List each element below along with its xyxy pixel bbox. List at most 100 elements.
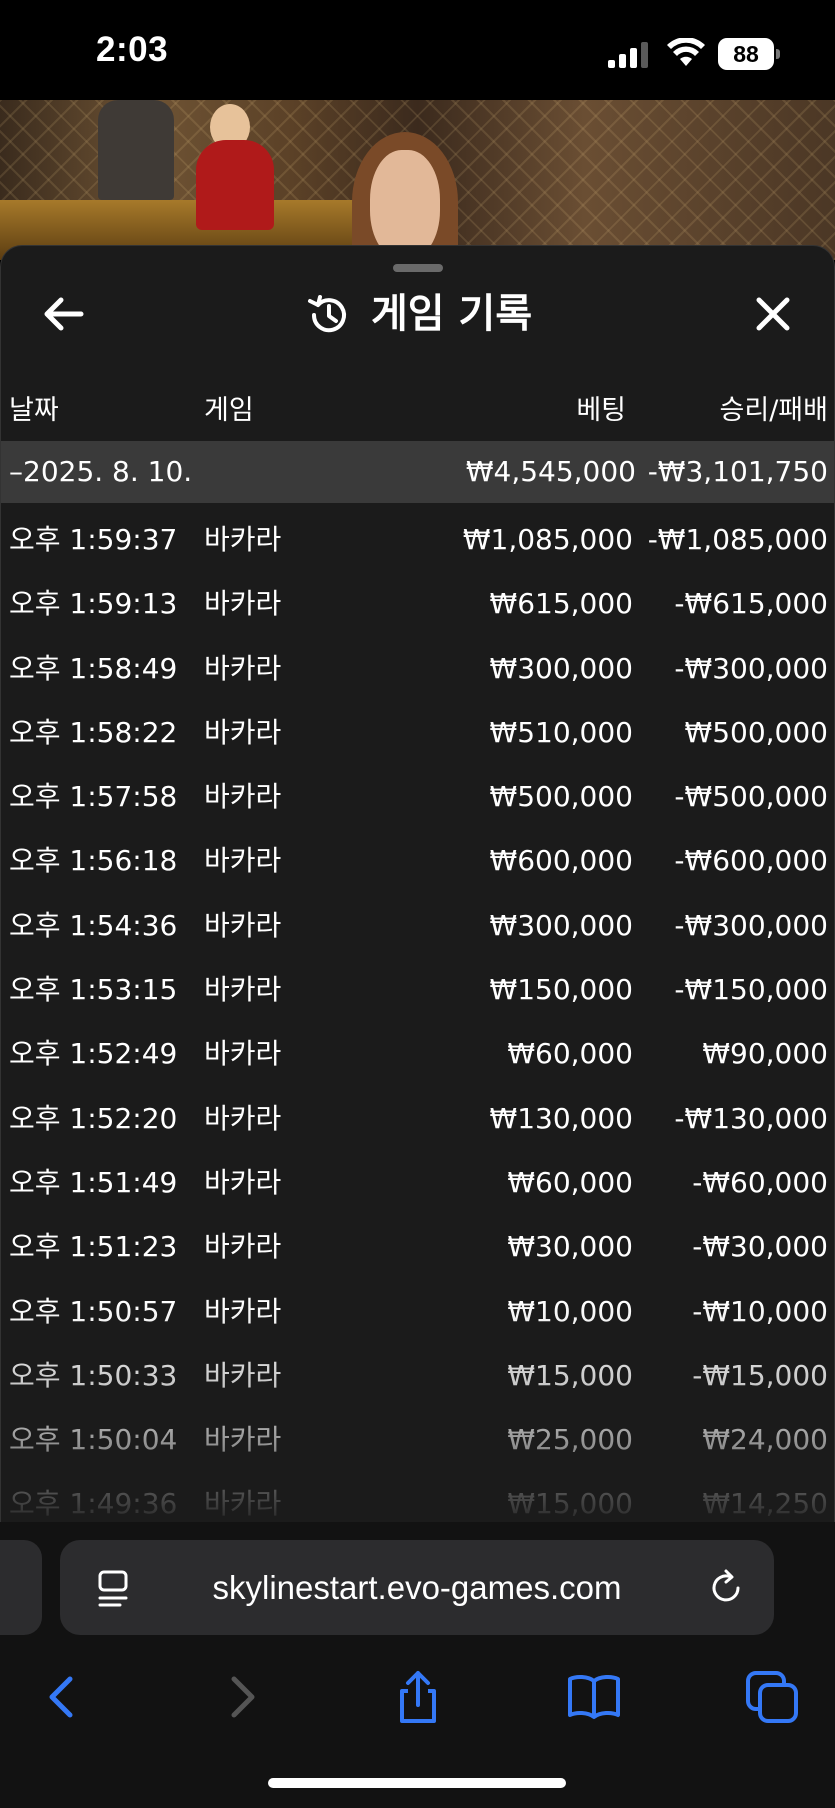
row-time: 오후 1:58:22 [9, 715, 178, 749]
row-time: 오후 1:53:15 [9, 973, 178, 1007]
row-time: 오후 1:50:33 [9, 1358, 178, 1392]
row-result: ₩24,000 [702, 1423, 828, 1457]
dealer-face [370, 150, 440, 260]
row-bet: ₩150,000 [489, 973, 633, 1007]
row-bet: ₩130,000 [489, 1101, 633, 1135]
row-result: -₩30,000 [692, 1230, 828, 1264]
history-row[interactable]: 오후 1:58:22 바카라 ₩510,000 ₩500,000 [1, 701, 834, 765]
row-bet: ₩510,000 [489, 715, 633, 749]
row-result: -₩130,000 [674, 1101, 828, 1135]
history-row[interactable]: 오후 1:50:33 바카라 ₩15,000 -₩15,000 [1, 1344, 834, 1408]
date-group-row[interactable]: –2025. 8. 10. ₩4,545,000 -₩3,101,750 [1, 441, 834, 503]
column-header-date: 날짜 [9, 395, 59, 426]
row-game: 바카라 [204, 523, 282, 556]
row-bet: ₩600,000 [489, 844, 633, 878]
row-time: 오후 1:57:58 [9, 780, 178, 814]
row-result: -₩150,000 [674, 973, 828, 1007]
chevron-right-icon[interactable] [212, 1667, 272, 1727]
row-time: 오후 1:59:37 [9, 523, 178, 556]
status-time: 2:03 [96, 30, 169, 69]
row-game: 바카라 [204, 1423, 282, 1457]
previous-tab-peek[interactable] [0, 1540, 42, 1635]
history-row[interactable]: 오후 1:52:20 바카라 ₩130,000 -₩130,000 [1, 1087, 834, 1151]
row-bet: ₩15,000 [507, 1358, 633, 1392]
tabs-icon[interactable] [742, 1667, 802, 1727]
history-row[interactable]: 오후 1:52:49 바카라 ₩60,000 ₩90,000 [1, 1022, 834, 1086]
row-result: -₩615,000 [674, 587, 828, 621]
history-row[interactable]: 오후 1:53:15 바카라 ₩150,000 -₩150,000 [1, 958, 834, 1022]
row-result: ₩500,000 [684, 715, 828, 749]
history-row[interactable]: 오후 1:59:37 바카라 ₩1,085,000 -₩1,085,000 [1, 508, 834, 572]
row-game: 바카라 [204, 1165, 282, 1199]
sheet-title: 게임 기록 [371, 291, 533, 337]
live-video-background [0, 100, 835, 260]
row-bet: ₩300,000 [489, 651, 633, 685]
battery-level: 88 [733, 41, 759, 67]
row-game: 바카라 [204, 908, 282, 942]
row-bet: ₩1,085,000 [462, 523, 633, 556]
battery-icon: 88 [718, 38, 780, 70]
row-game: 바카라 [204, 651, 282, 685]
status-bar: 2:03 88 [0, 0, 835, 100]
date-group-result-total: -₩3,101,750 [647, 455, 828, 488]
row-result: -₩300,000 [674, 651, 828, 685]
row-result: ₩90,000 [702, 1037, 828, 1071]
sheet-grab-handle[interactable] [393, 264, 443, 272]
row-time: 오후 1:50:04 [9, 1423, 178, 1457]
history-row[interactable]: 오후 1:57:58 바카라 ₩500,000 -₩500,000 [1, 765, 834, 829]
row-time: 오후 1:49:36 [9, 1487, 178, 1521]
history-list: 오후 1:59:37 바카라 ₩1,085,000 -₩1,085,000 오후 1:… [1, 508, 834, 1522]
history-row[interactable]: 오후 1:56:18 바카라 ₩600,000 -₩600,000 [1, 829, 834, 893]
row-result: -₩300,000 [674, 908, 828, 942]
close-icon [756, 297, 790, 331]
history-row[interactable]: 오후 1:51:23 바카라 ₩30,000 -₩30,000 [1, 1215, 834, 1279]
row-time: 오후 1:52:49 [9, 1037, 178, 1071]
row-result: -₩600,000 [674, 844, 828, 878]
share-icon[interactable] [388, 1667, 448, 1727]
row-result: -₩500,000 [674, 780, 828, 814]
column-header-result: 승리/패배 [719, 395, 828, 426]
column-headers: 날짜 게임 베팅 승리/패배 [1, 386, 834, 436]
history-row[interactable]: 오후 1:50:57 바카라 ₩10,000 -₩10,000 [1, 1280, 834, 1344]
dealer-figure [98, 100, 174, 200]
history-row[interactable]: 오후 1:51:49 바카라 ₩60,000 -₩60,000 [1, 1151, 834, 1215]
column-header-bet: 베팅 [576, 395, 626, 426]
history-row[interactable]: 오후 1:49:36 바카라 ₩15,000 ₩14,250 [1, 1472, 834, 1522]
history-row[interactable]: 오후 1:58:49 바카라 ₩300,000 -₩300,000 [1, 637, 834, 701]
column-header-game: 게임 [204, 395, 254, 426]
close-button[interactable] [747, 288, 799, 340]
row-game: 바카라 [204, 587, 282, 621]
row-result: -₩15,000 [692, 1358, 828, 1392]
date-group-bet-total: ₩4,545,000 [465, 455, 636, 488]
game-history-sheet: 게임 기록 날짜 게임 베팅 승리/패배 –2025. 8. 10. ₩4,54… [0, 245, 835, 1522]
history-row[interactable]: 오후 1:59:13 바카라 ₩615,000 -₩615,000 [1, 572, 834, 636]
book-icon[interactable] [564, 1667, 624, 1727]
row-bet: ₩10,000 [507, 1294, 633, 1328]
history-row[interactable]: 오후 1:50:04 바카라 ₩25,000 ₩24,000 [1, 1408, 834, 1472]
row-bet: ₩500,000 [489, 780, 633, 814]
row-time: 오후 1:52:20 [9, 1101, 178, 1135]
row-bet: ₩15,000 [507, 1487, 633, 1521]
back-button[interactable] [37, 288, 89, 340]
row-time: 오후 1:59:13 [9, 587, 178, 621]
row-game: 바카라 [204, 1358, 282, 1392]
history-icon [308, 295, 346, 333]
row-game: 바카라 [204, 1230, 282, 1264]
address-bar[interactable]: skylinestart.evo-games.com [60, 1540, 774, 1635]
chevron-left-icon[interactable] [32, 1667, 92, 1727]
history-row[interactable]: 오후 1:54:36 바카라 ₩300,000 -₩300,000 [1, 894, 834, 958]
row-result: -₩1,085,000 [647, 523, 828, 556]
row-time: 오후 1:56:18 [9, 844, 178, 878]
cellular-signal-icon [608, 42, 648, 68]
reload-icon[interactable] [706, 1568, 746, 1608]
row-result: -₩60,000 [692, 1165, 828, 1199]
arrow-left-icon [44, 297, 84, 331]
row-game: 바카라 [204, 780, 282, 814]
browser-toolbar: skylinestart.evo-games.com [0, 1522, 835, 1808]
row-game: 바카라 [204, 844, 282, 878]
row-game: 바카라 [204, 715, 282, 749]
row-game: 바카라 [204, 973, 282, 1007]
row-game: 바카라 [204, 1101, 282, 1135]
home-indicator [268, 1778, 566, 1788]
url-text: skylinestart.evo-games.com [212, 1569, 622, 1606]
